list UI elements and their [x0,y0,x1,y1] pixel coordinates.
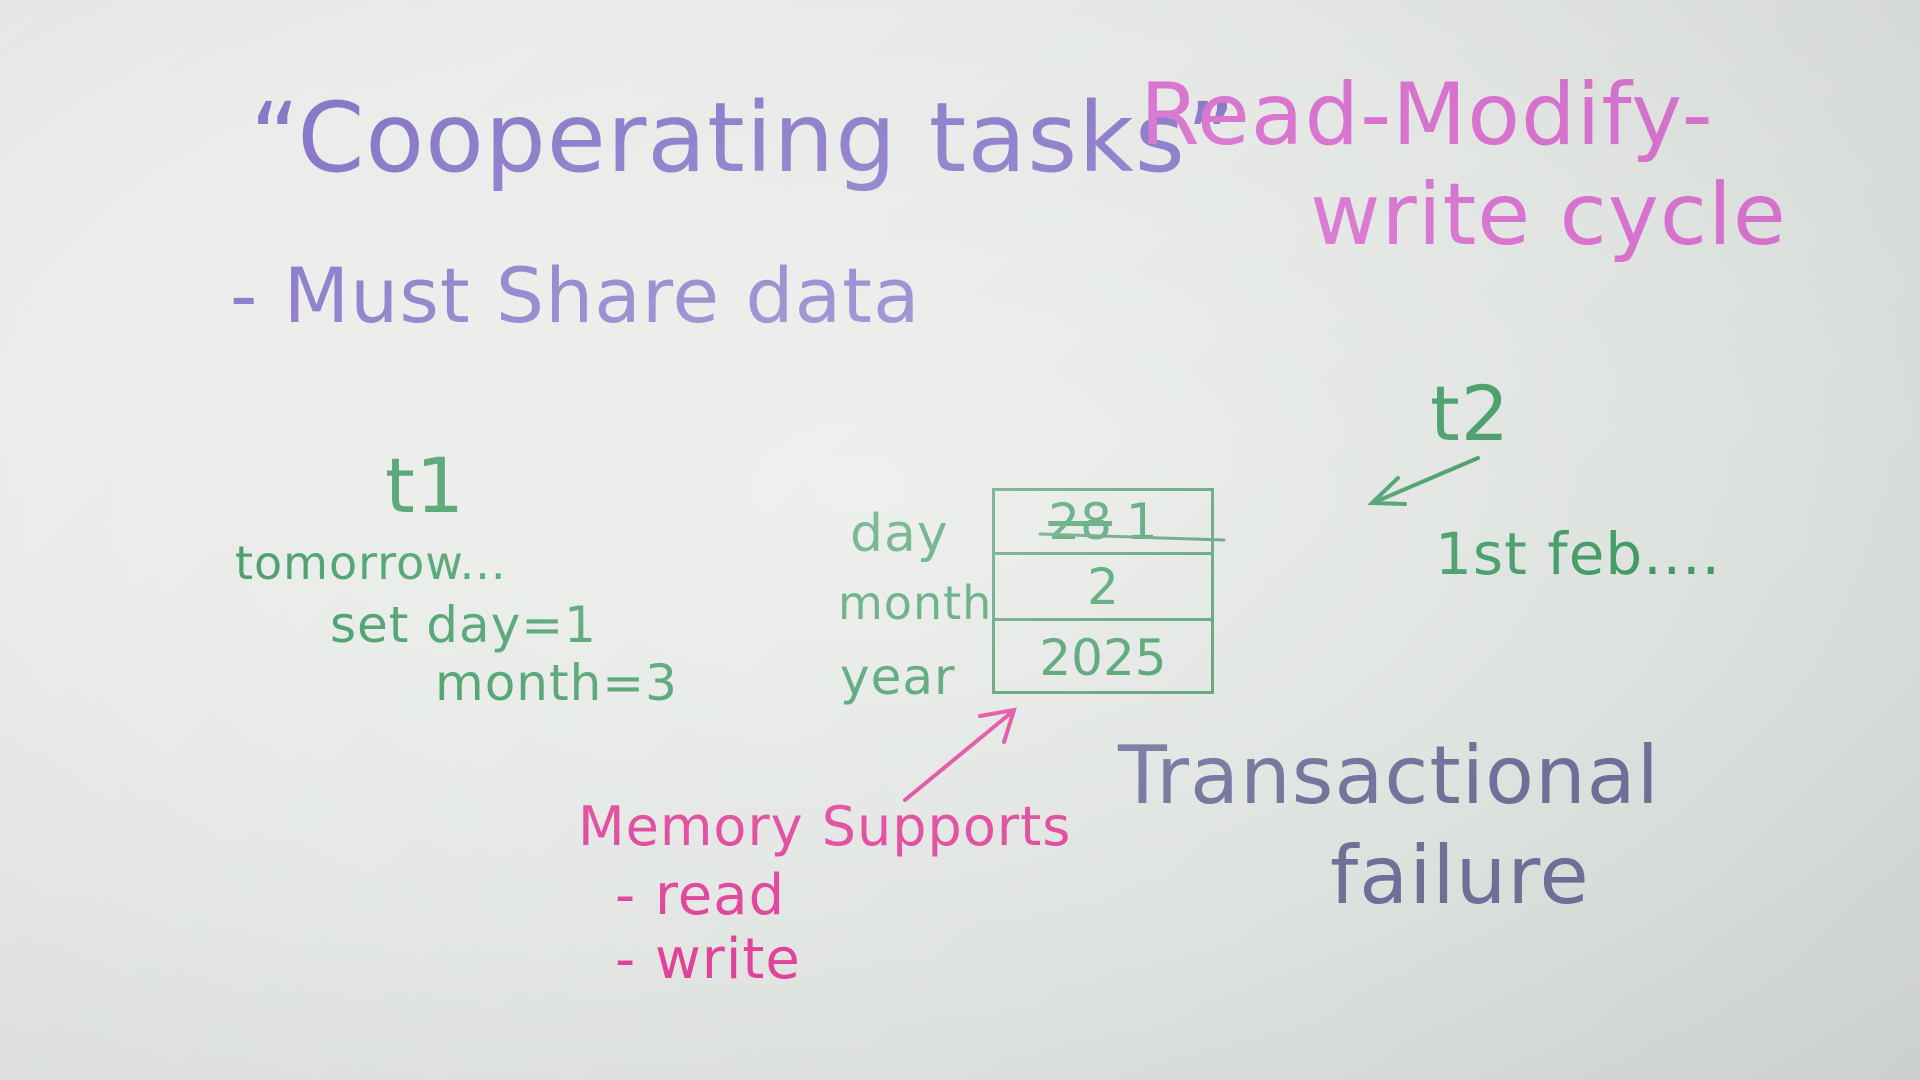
memory-arrow [903,707,1017,802]
task2-arrow [1367,456,1480,506]
ink-strokes [903,456,1480,802]
whiteboard: “Cooperating tasks” - Must Share data Re… [0,0,1920,1080]
day-strike-extension [1038,532,1226,542]
